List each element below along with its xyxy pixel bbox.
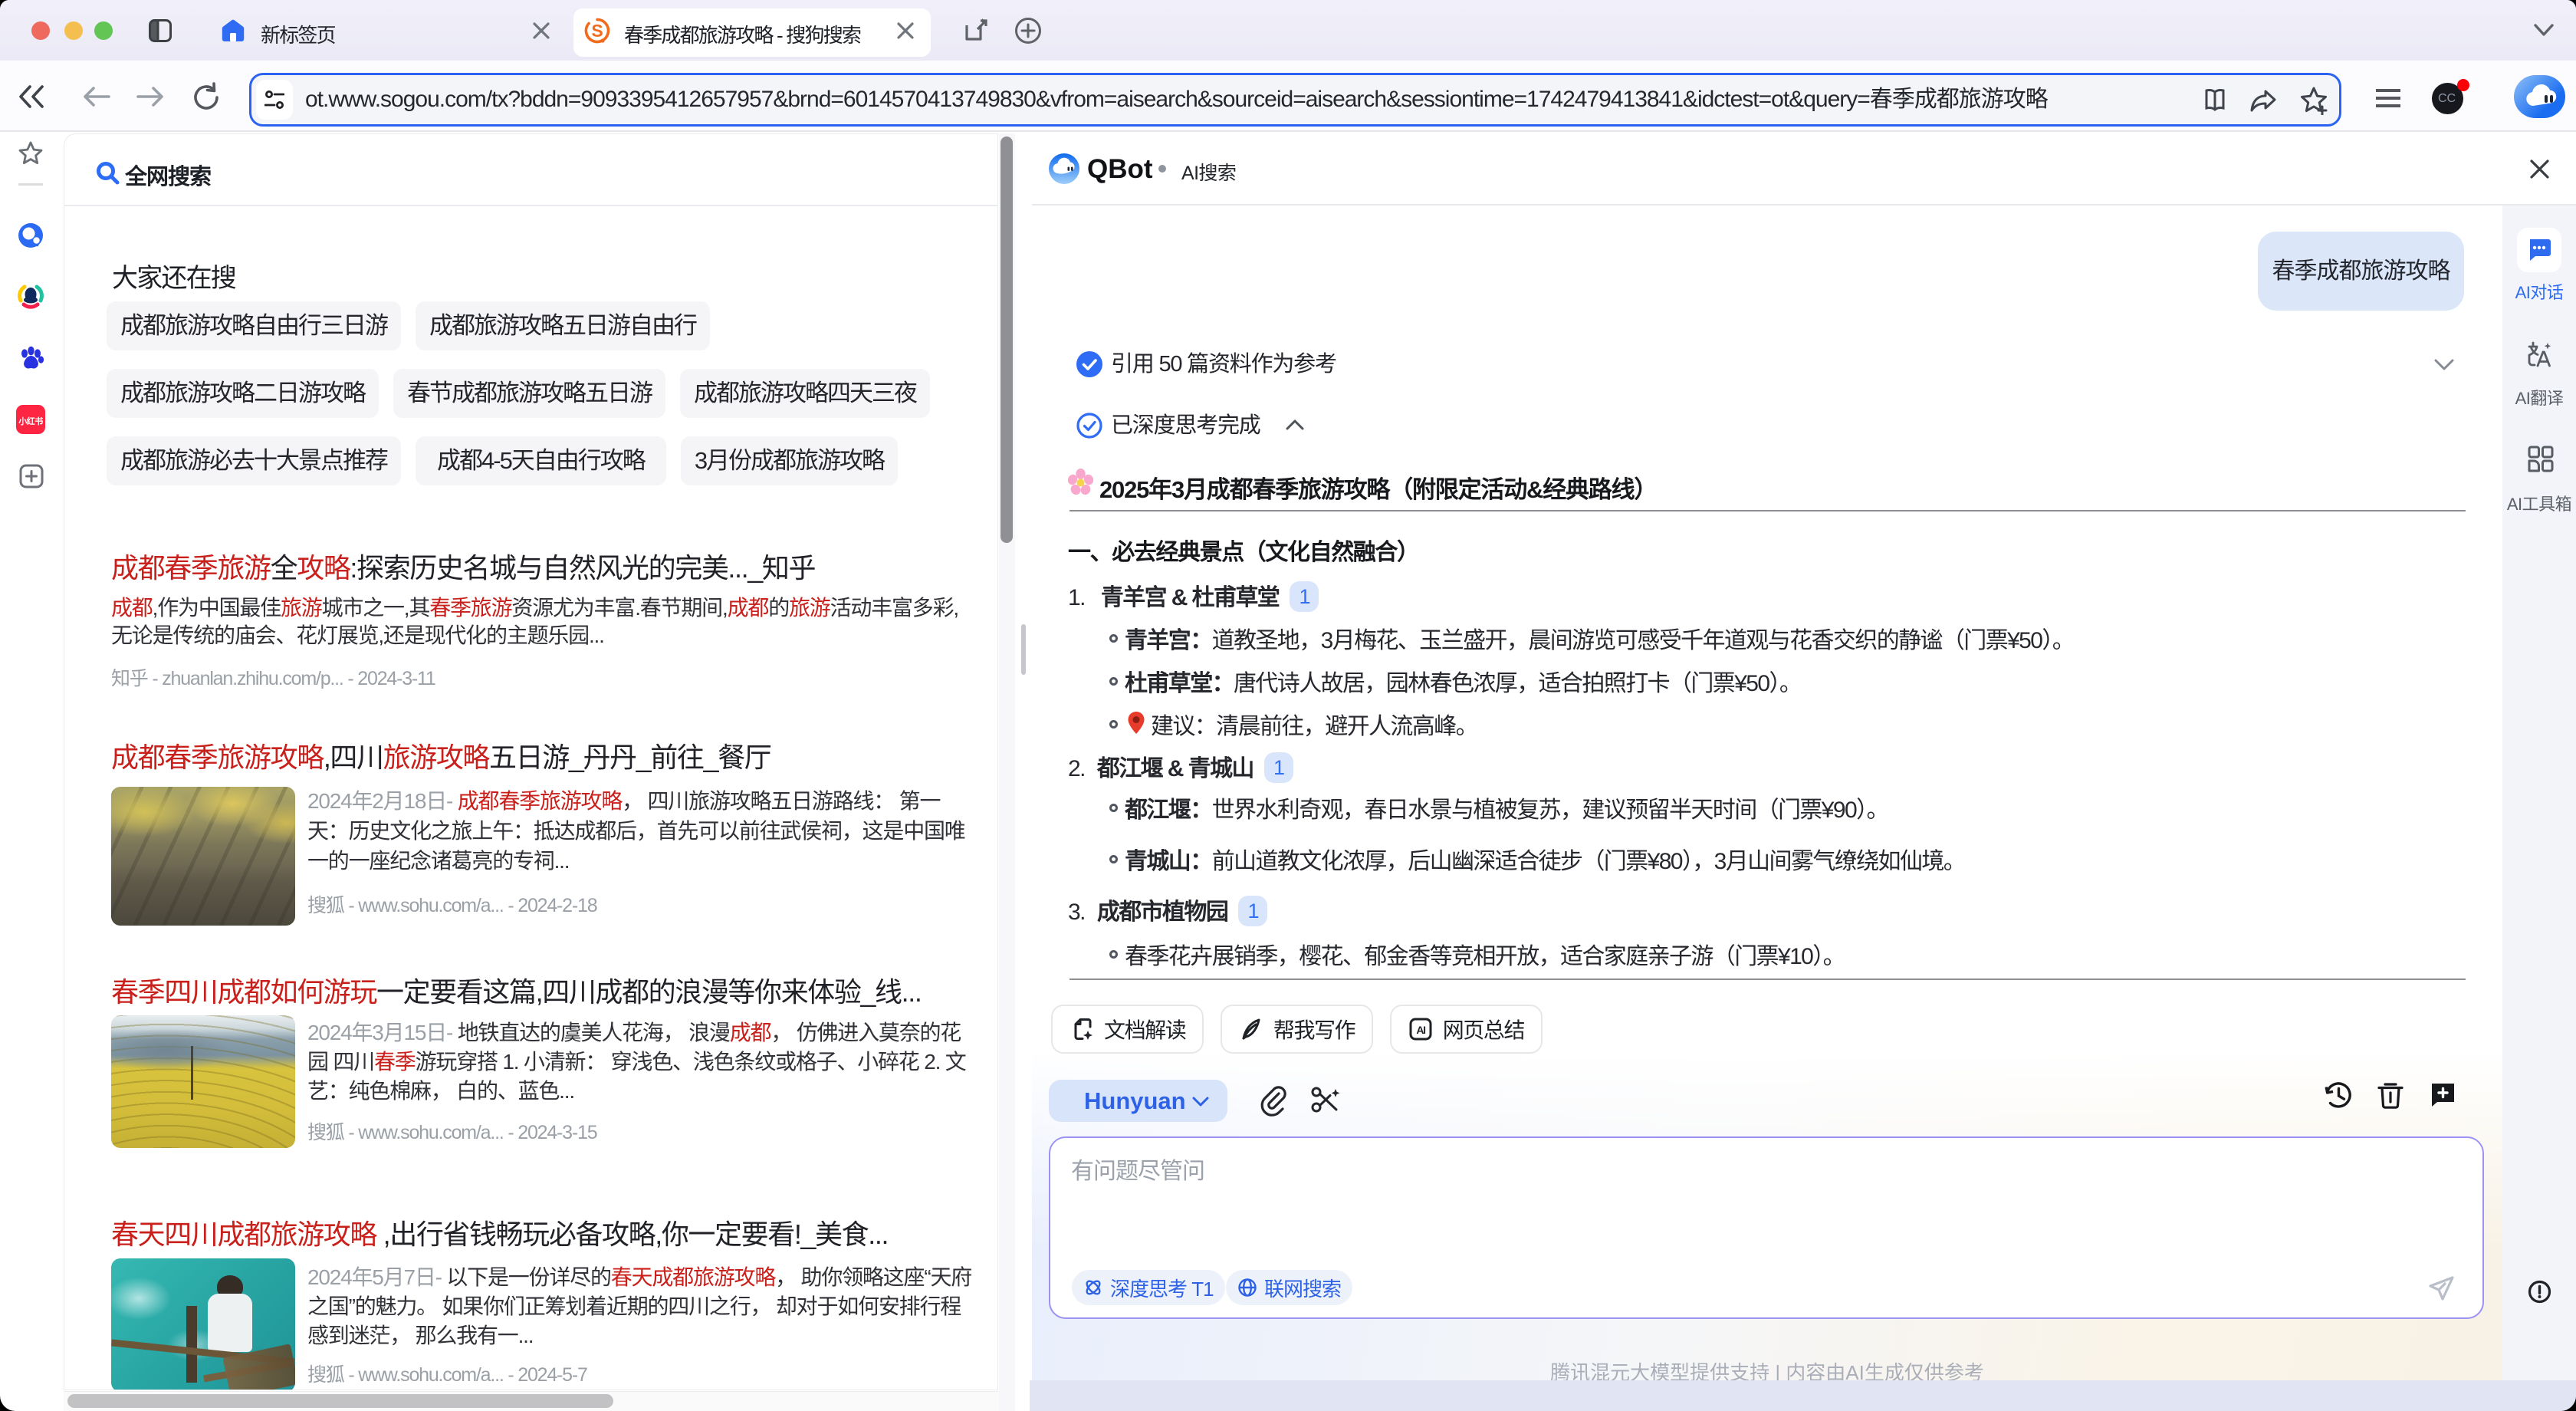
svg-text:S: S	[591, 21, 603, 41]
svg-text:AI: AI	[1416, 1024, 1425, 1036]
